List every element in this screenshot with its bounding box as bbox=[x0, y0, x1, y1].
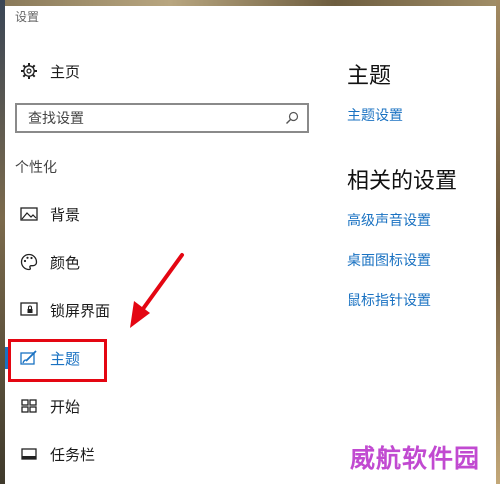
palette-icon bbox=[17, 253, 41, 271]
sidebar-item-background[interactable]: 背景 bbox=[5, 194, 305, 234]
watermark: 威航软件园 bbox=[350, 444, 481, 473]
theme-settings-link[interactable]: 主题设置 bbox=[347, 105, 403, 125]
lock-screen-icon bbox=[17, 302, 41, 318]
section-label: 个性化 bbox=[15, 160, 57, 176]
page-title: 主题 bbox=[347, 64, 392, 89]
start-icon bbox=[17, 399, 41, 413]
search-icon[interactable] bbox=[285, 111, 299, 125]
mouse-pointer-settings-link[interactable]: 鼠标指针设置 bbox=[347, 290, 431, 310]
search-input[interactable] bbox=[26, 110, 270, 128]
taskbar-icon bbox=[17, 448, 41, 460]
sidebar-item-home-label: 主页 bbox=[50, 62, 81, 81]
sidebar-item-label: 颜色 bbox=[50, 253, 81, 272]
sidebar-item-label: 任务栏 bbox=[50, 445, 96, 464]
settings-window: 设置 主页 个性化 背景 颜色 bbox=[5, 6, 496, 484]
search-box[interactable] bbox=[15, 103, 309, 133]
sidebar-item-label: 背景 bbox=[50, 205, 81, 224]
gear-icon bbox=[17, 62, 41, 80]
sidebar-nav: 主页 个性化 背景 颜色 锁屏界面 bbox=[5, 6, 335, 484]
annotation-highlight-box bbox=[8, 339, 107, 382]
sidebar-item-lock-screen[interactable]: 锁屏界面 bbox=[5, 290, 305, 330]
advanced-sound-settings-link[interactable]: 高级声音设置 bbox=[347, 210, 431, 230]
sidebar-item-label: 开始 bbox=[50, 397, 81, 416]
related-settings-heading: 相关的设置 bbox=[347, 169, 458, 194]
sidebar-item-start[interactable]: 开始 bbox=[5, 386, 305, 426]
desktop-background-right bbox=[496, 0, 500, 484]
sidebar-item-colors[interactable]: 颜色 bbox=[5, 242, 305, 282]
sidebar-item-taskbar[interactable]: 任务栏 bbox=[5, 434, 305, 474]
desktop-icon-settings-link[interactable]: 桌面图标设置 bbox=[347, 250, 431, 270]
sidebar-item-label: 锁屏界面 bbox=[50, 301, 111, 320]
sidebar-item-home[interactable]: 主页 bbox=[5, 51, 305, 91]
picture-icon bbox=[17, 207, 41, 221]
